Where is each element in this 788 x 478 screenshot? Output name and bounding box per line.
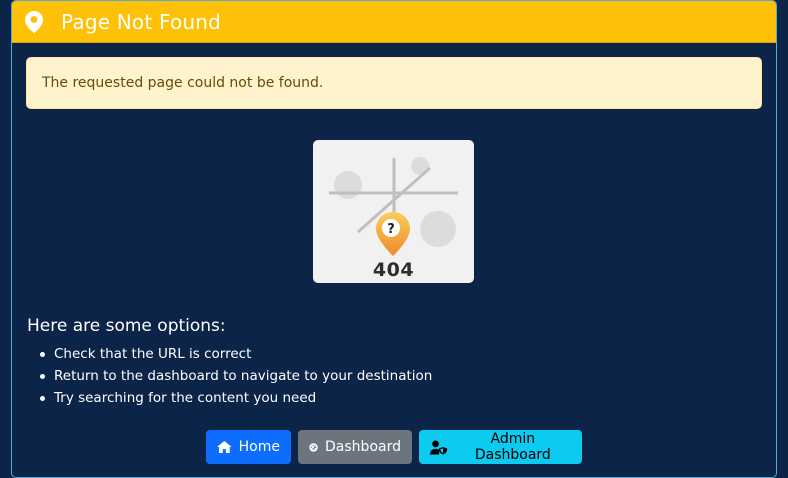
home-icon (217, 440, 232, 454)
options-heading: Here are some options: (27, 316, 226, 336)
map-pin-icon (25, 10, 43, 33)
dashboard-button-label: Dashboard (325, 439, 401, 455)
bullet (40, 373, 45, 379)
map-blob (420, 211, 456, 247)
list-item: Check that the URL is correct (40, 343, 432, 365)
error-alert: The requested page could not be found. (26, 57, 762, 109)
marker-symbol: ? (387, 222, 395, 237)
page-title: Page Not Found (61, 9, 222, 34)
map-blob (334, 171, 362, 199)
card-header: Page Not Found (12, 1, 776, 43)
list-item-text: Check that the URL is correct (54, 346, 252, 362)
options-list: Check that the URL is correct Return to … (40, 343, 432, 409)
list-item: Try searching for the content you need (40, 387, 432, 409)
not-found-illustration: ? 404 (313, 140, 474, 283)
home-button-label: Home (238, 439, 280, 455)
admin-dashboard-button-label: Admin Dashboard (474, 431, 551, 463)
bullet (40, 395, 45, 401)
gauge-icon (309, 442, 318, 452)
user-shield-icon (430, 440, 448, 454)
list-item-text: Return to the dashboard to navigate to y… (54, 368, 433, 384)
error-code: 404 (372, 259, 415, 281)
alert-message: The requested page could not be found. (42, 75, 324, 91)
home-button[interactable]: Home (206, 430, 291, 464)
action-buttons: Home Dashboard Admin Dashboard (206, 430, 582, 464)
list-item-text: Try searching for the content you need (54, 390, 317, 406)
bullet (40, 351, 45, 357)
list-item: Return to the dashboard to navigate to y… (40, 365, 432, 387)
dashboard-button[interactable]: Dashboard (298, 430, 412, 464)
admin-dashboard-button[interactable]: Admin Dashboard (419, 430, 582, 464)
not-found-card: Page Not Found The requested page could … (11, 0, 777, 478)
